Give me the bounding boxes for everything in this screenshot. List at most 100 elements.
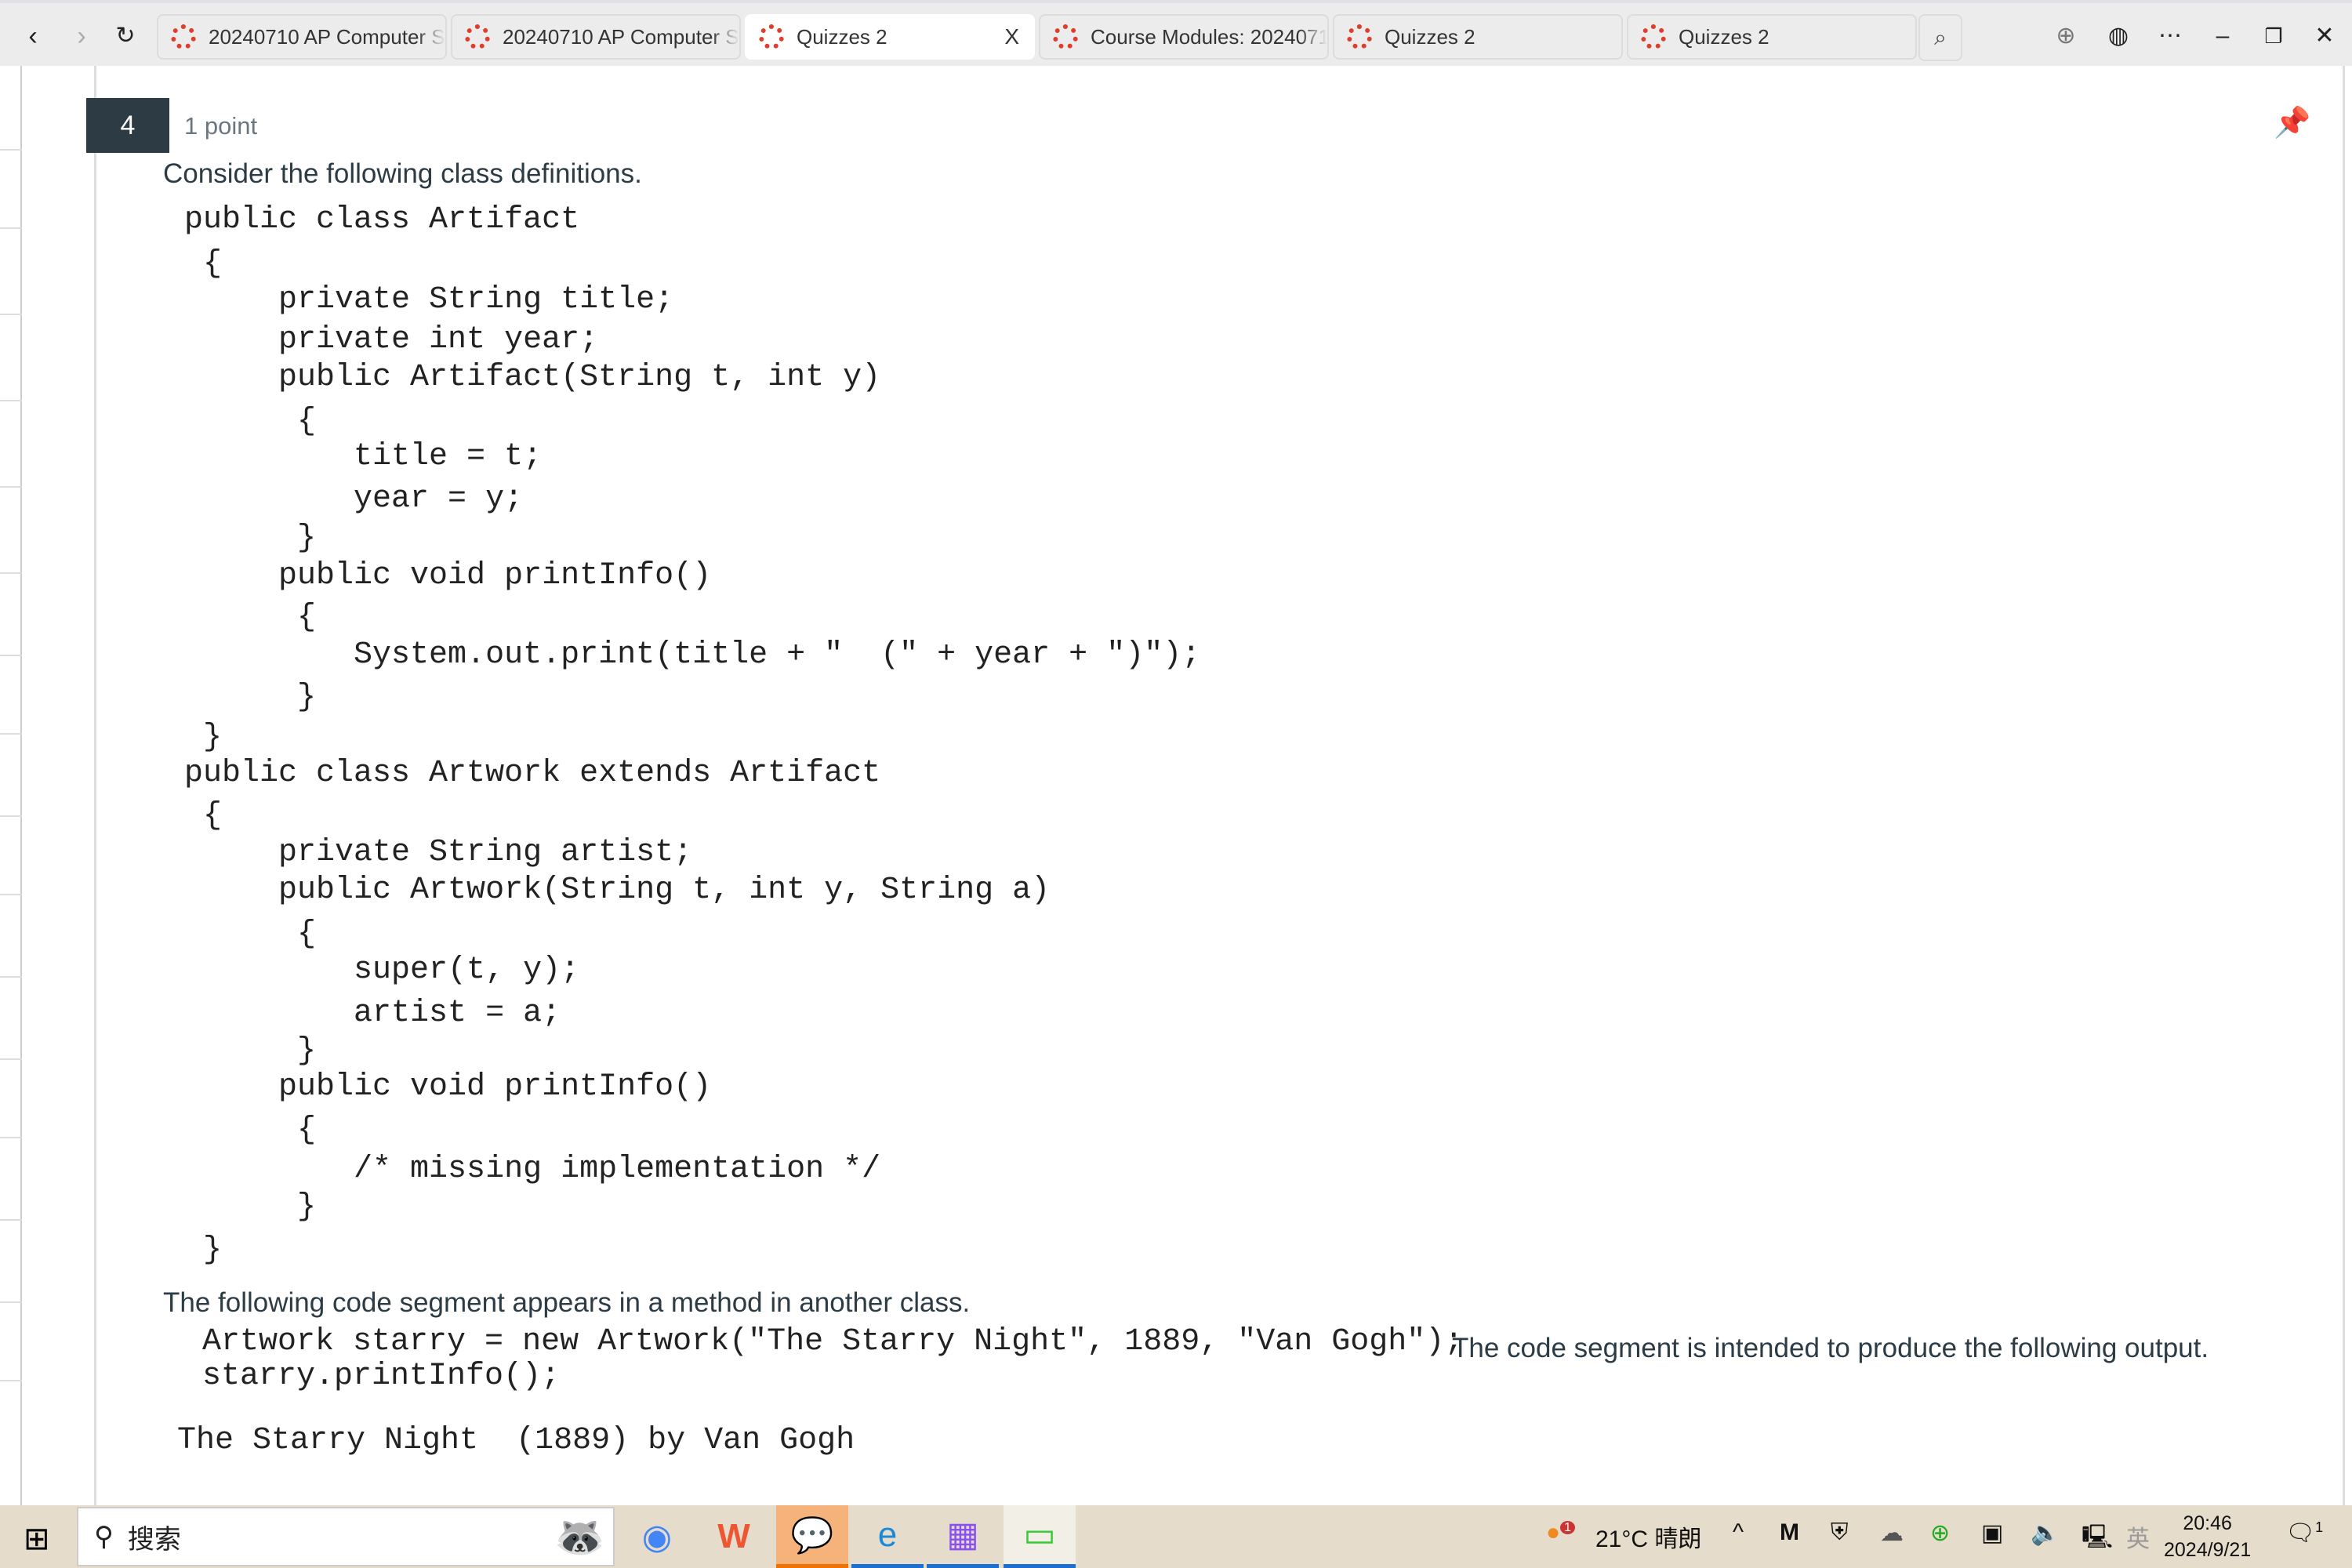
- browser-tab[interactable]: 20240710 AP Computer Science: [157, 14, 447, 60]
- code-line: {: [184, 1112, 317, 1148]
- edge-icon[interactable]: e: [851, 1505, 924, 1568]
- code-line: public class Artifact: [184, 202, 580, 238]
- code-line: System.out.print(title + " (" + year + "…: [184, 637, 1201, 673]
- content-border: [94, 66, 96, 1505]
- code-line: super(t, y);: [184, 953, 580, 988]
- tab-search-button[interactable]: ⌕: [1918, 14, 1962, 61]
- weather-icon[interactable]: ● 1: [1546, 1519, 1576, 1546]
- browser-tab[interactable]: Quizzes 2 X: [745, 14, 1035, 60]
- cloud-sync-icon[interactable]: ☁: [1880, 1519, 1904, 1547]
- browser-tab-bar: ‹ › ↻ 20240710 AP Computer Science 202407…: [0, 0, 2352, 66]
- browser-tab[interactable]: Quizzes 2: [1627, 14, 1917, 60]
- tray-plus-icon[interactable]: ⊕: [1930, 1519, 1950, 1547]
- canvas-favicon-icon: [171, 24, 196, 49]
- code-line: }: [184, 720, 223, 755]
- forward-icon[interactable]: ›: [66, 20, 97, 52]
- clock[interactable]: 20:46 2024/9/21: [2164, 1510, 2251, 1563]
- canvas-favicon-icon: [1641, 24, 1666, 49]
- code-line: public class Artwork extends Artifact: [184, 756, 881, 791]
- notification-icon[interactable]: 🗨1: [2285, 1519, 2323, 1547]
- sidebar: [0, 66, 22, 1505]
- taskbar-search[interactable]: ⚲ 搜索 🦝: [77, 1507, 615, 1566]
- windows-start-icon[interactable]: ⊞: [24, 1521, 50, 1557]
- segment-code-line: Artwork starry = new Artwork("The Starry…: [202, 1324, 1464, 1359]
- code-line: private int year;: [184, 322, 599, 358]
- code-line: {: [184, 404, 317, 439]
- sidebar-divider: [0, 1219, 22, 1221]
- show-hidden-icons[interactable]: ^: [1733, 1519, 1744, 1546]
- sidebar-divider: [0, 815, 22, 817]
- wechat-icon[interactable]: 💬: [776, 1505, 848, 1568]
- close-window-icon[interactable]: ✕: [2309, 20, 2340, 52]
- app-icon[interactable]: ▦: [927, 1505, 999, 1568]
- network-icon[interactable]: 🖳: [2082, 1519, 2113, 1559]
- code-line: }: [184, 1232, 223, 1268]
- reload-icon[interactable]: ↻: [110, 20, 141, 52]
- taskbar: ⊞ ⚲ 搜索 🦝 ◉ W 💬 e ▦ ▭ ● 1 21°C 晴朗 ^ M ⛨ ☁ …: [0, 1505, 2352, 1568]
- ime-indicator[interactable]: 英: [2126, 1519, 2150, 1554]
- sidebar-divider: [0, 1301, 22, 1303]
- search-label: 搜索: [127, 1524, 181, 1555]
- weather-text[interactable]: 21°C 晴朗: [1595, 1519, 1701, 1554]
- security-shield-icon[interactable]: ⛨: [1831, 1519, 1849, 1546]
- code-line: private String title;: [184, 282, 674, 318]
- question-intro: Consider the following class definitions…: [163, 158, 642, 189]
- sidebar-divider: [0, 1380, 22, 1381]
- code-line: year = y;: [184, 481, 524, 517]
- back-icon[interactable]: ‹: [17, 20, 49, 52]
- chrome-icon[interactable]: ◉: [621, 1505, 693, 1568]
- sidebar-divider: [0, 572, 22, 574]
- restore-icon[interactable]: ❐: [2258, 20, 2289, 52]
- canvas-favicon-icon: [465, 24, 490, 49]
- download-icon[interactable]: ⊕: [2050, 20, 2082, 52]
- code-line: {: [184, 600, 317, 635]
- code-line: {: [184, 916, 317, 952]
- code-line: artist = a;: [184, 996, 561, 1031]
- code-line: }: [184, 521, 317, 556]
- tab-label: 20240710 AP Computer Science: [503, 24, 739, 49]
- tab-label: Quizzes 2: [1385, 24, 1475, 49]
- sidebar-divider: [0, 894, 22, 895]
- tray-m-icon[interactable]: M: [1780, 1519, 1799, 1546]
- expected-output: The Starry Night (1889) by Van Gogh: [177, 1423, 855, 1458]
- globe-icon[interactable]: ◍: [2103, 20, 2134, 52]
- more-icon[interactable]: ⋯: [2154, 20, 2186, 52]
- sidebar-divider: [0, 733, 22, 735]
- sidebar-divider: [0, 1058, 22, 1060]
- sidebar-divider: [0, 400, 22, 401]
- browser-tab[interactable]: 20240710 AP Computer Science: [451, 14, 741, 60]
- tab-label: 20240710 AP Computer Science: [209, 24, 445, 49]
- tab-label: Quizzes 2: [797, 24, 887, 49]
- notification-count: 1: [2315, 1519, 2324, 1535]
- time: 20:46: [2183, 1512, 2232, 1534]
- sidebar-divider: [0, 314, 22, 315]
- search-icon: ⚲: [94, 1522, 114, 1552]
- battery-icon[interactable]: ▣: [1981, 1519, 2003, 1547]
- pin-icon[interactable]: 📌: [2274, 106, 2310, 140]
- canvas-favicon-icon: [759, 24, 784, 49]
- volume-icon[interactable]: 🔈: [2031, 1519, 2060, 1547]
- red-panda-image: 🦝: [554, 1514, 605, 1560]
- output-intro: The code segment is intended to produce …: [1452, 1333, 2209, 1363]
- code-line: public Artwork(String t, int y, String a…: [184, 873, 1051, 908]
- code-line: }: [184, 680, 317, 715]
- scrollbar[interactable]: [2343, 66, 2345, 1505]
- code-line: private String artist;: [184, 835, 693, 870]
- segment-code-line: starry.printInfo();: [202, 1359, 561, 1394]
- close-tab-icon[interactable]: X: [1004, 24, 1019, 49]
- code-line: /* missing implementation */: [184, 1152, 881, 1187]
- code-line: {: [184, 246, 223, 281]
- canvas-favicon-icon: [1053, 24, 1078, 49]
- browser-tab[interactable]: Course Modules: 20240710: [1039, 14, 1329, 60]
- minimize-icon[interactable]: –: [2207, 20, 2238, 52]
- wps-icon[interactable]: W: [698, 1505, 770, 1568]
- date: 2024/9/21: [2164, 1539, 2252, 1561]
- code-line: public void printInfo(): [184, 1069, 712, 1105]
- sidebar-divider: [0, 976, 22, 978]
- browser-tab[interactable]: Quizzes 2: [1333, 14, 1623, 60]
- code-line: }: [184, 1189, 317, 1225]
- code-line: public void printInfo(): [184, 558, 712, 593]
- segment-intro: The following code segment appears in a …: [163, 1287, 971, 1318]
- tab-label: Course Modules: 20240710: [1091, 24, 1327, 49]
- wechat-screen-icon[interactable]: ▭: [1004, 1505, 1076, 1568]
